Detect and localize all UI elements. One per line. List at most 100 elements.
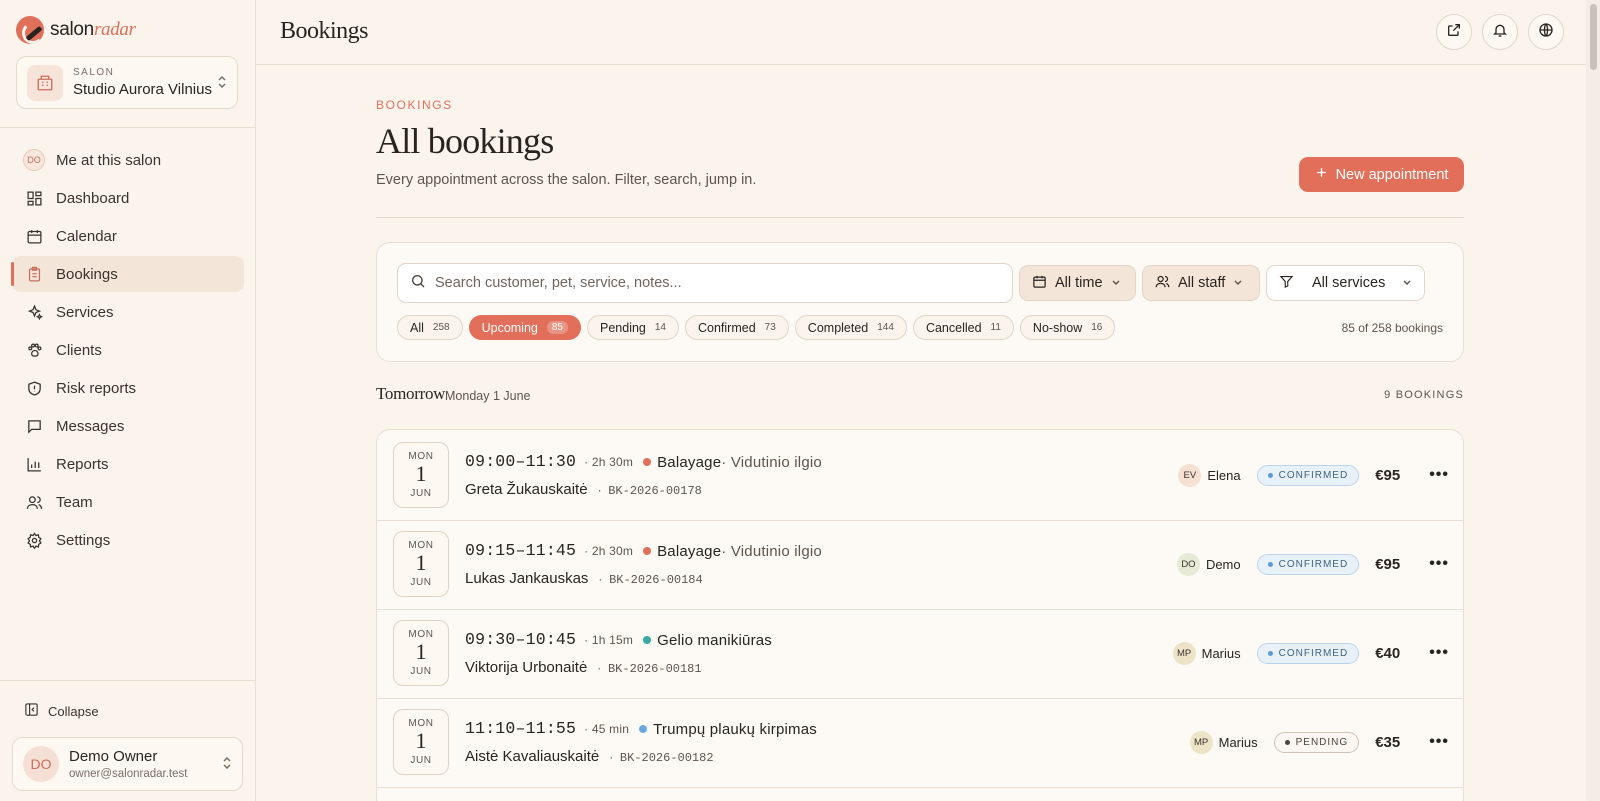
staff-avatar: DO: [1176, 552, 1200, 576]
chip-label: Pending: [600, 320, 646, 335]
sparkles-icon: [25, 303, 43, 321]
chip-cancelled[interactable]: Cancelled 11: [912, 315, 1014, 340]
booking-ref-value: BK-2026-00182: [619, 751, 714, 765]
sidebar-item-reports[interactable]: Reports: [12, 446, 244, 482]
sidebar-item-risk-reports[interactable]: Risk reports: [12, 370, 244, 406]
client-name[interactable]: Greta Žukauskaitė: [465, 481, 588, 498]
salon-name: Studio Aurora Vilnius: [73, 81, 212, 98]
filter-panel: All time All staff All services All 258 U…: [376, 242, 1464, 362]
booking-price: €35: [1375, 733, 1401, 751]
sidebar-item-label: Dashboard: [56, 189, 130, 207]
booking-row[interactable]: MON 1 JUN 09:15–11:45 · 2h 30m Balayage · V…: [377, 519, 1463, 610]
chip-completed[interactable]: Completed 144: [794, 315, 907, 340]
chip-count: 11: [990, 322, 1001, 333]
staff-name: Marius: [1201, 645, 1241, 661]
sidebar-item-clients[interactable]: Clients: [12, 332, 244, 368]
time-filter-select[interactable]: All time: [1019, 265, 1136, 301]
collapse-label: Collapse: [48, 703, 99, 719]
chevron-updown-icon: [222, 756, 232, 772]
search-box[interactable]: [397, 263, 1013, 303]
salon-switcher[interactable]: SALON Studio Aurora Vilnius: [16, 56, 238, 109]
date-month: JUN: [410, 666, 432, 677]
chip-pending[interactable]: Pending 14: [587, 315, 679, 340]
more-actions-icon[interactable]: •••: [1429, 555, 1449, 573]
booking-duration: · 2h 30m: [584, 455, 634, 469]
chip-confirmed[interactable]: Confirmed 73: [685, 315, 789, 340]
user-email: owner@salonradar.test: [69, 768, 188, 780]
more-actions-icon[interactable]: •••: [1429, 644, 1449, 662]
booking-service: Gelio manikiūras: [633, 632, 772, 649]
radar-logo-icon: [16, 16, 44, 44]
status-dot: [1284, 739, 1290, 745]
status-chips: All 258 Upcoming 85 Pending 14 Confirmed 73 …: [397, 315, 1116, 340]
sidebar: salonradar SALON Studio Aurora Vilnius D…: [0, 0, 256, 801]
collapse-button[interactable]: Collapse: [24, 702, 99, 720]
booking-line-2: Lukas Jankauskas · BK-2026-00184: [465, 570, 703, 587]
more-actions-icon[interactable]: •••: [1429, 466, 1449, 484]
booking-ref: · BK-2026-00182: [609, 750, 714, 765]
chip-label: All: [410, 320, 424, 335]
new-appointment-button[interactable]: New appointment: [1299, 157, 1464, 192]
filter-icon: [1279, 274, 1294, 293]
booking-ref-value: BK-2026-00184: [609, 573, 703, 587]
user-avatar: DO: [23, 746, 59, 782]
chip-no-show[interactable]: No-show 16: [1019, 315, 1116, 340]
client-name[interactable]: Lukas Jankauskas: [465, 570, 588, 587]
notifications-button[interactable]: [1482, 14, 1518, 50]
date-day: 1: [415, 639, 427, 664]
booking-row[interactable]: MON 1 JUN 11:10–11:55 · 45 min Trumpų plau…: [377, 697, 1463, 788]
booking-row[interactable]: MON 1 JUN 09:00–11:30 · 2h 30m Balayage · V…: [377, 430, 1463, 521]
client-name[interactable]: Viktorija Urbonaitė: [465, 659, 587, 676]
booking-row[interactable]: MON 1 JUN 09:30–10:45 · 1h 15m Gelio manik…: [377, 608, 1463, 699]
me-avatar: DO: [23, 149, 45, 171]
sidebar-collapse-icon: [24, 702, 39, 720]
chevron-down-icon: [1233, 277, 1243, 290]
sidebar-item-services[interactable]: Services: [12, 294, 244, 330]
chip-upcoming[interactable]: Upcoming 85: [468, 315, 581, 340]
staff-filter-select[interactable]: All staff: [1142, 265, 1260, 301]
sidebar-item-me[interactable]: DO Me at this salon: [12, 142, 244, 178]
building-icon: [27, 64, 63, 101]
sidebar-item-settings[interactable]: Settings: [12, 522, 244, 558]
service-variant: · Vidutinio ilgio: [721, 542, 822, 560]
services-filter-select[interactable]: All services: [1266, 265, 1425, 301]
day-date: Monday 1 June: [445, 389, 531, 403]
booking-duration: · 45 min: [584, 722, 630, 736]
page-scrollbar[interactable]: [1586, 0, 1600, 801]
status-label: CONFIRMED: [1278, 469, 1349, 481]
staff-name: Elena: [1207, 467, 1241, 483]
date-month: JUN: [410, 755, 432, 766]
brand-wordmark: salonradar: [50, 19, 136, 41]
sidebar-item-team[interactable]: Team: [12, 484, 244, 520]
user-menu[interactable]: DO Demo Owner owner@salonradar.test: [12, 737, 243, 791]
more-actions-icon[interactable]: •••: [1429, 733, 1449, 751]
shield-icon: [25, 379, 43, 397]
sidebar-item-calendar[interactable]: Calendar: [12, 218, 244, 254]
brand-logo[interactable]: salonradar: [16, 16, 136, 44]
date-badge: MON 1 JUN: [393, 531, 449, 597]
service-color-dot: [643, 636, 652, 644]
open-external-button[interactable]: [1436, 14, 1472, 50]
sidebar-item-label: Team: [56, 493, 93, 511]
calendar-icon: [25, 227, 43, 245]
sidebar-item-dashboard[interactable]: Dashboard: [12, 180, 244, 216]
service-name: Balayage: [657, 542, 722, 560]
booking-ref: · BK-2026-00184: [598, 572, 703, 587]
chip-count: 85: [546, 321, 568, 334]
scrollbar-thumb[interactable]: [1590, 4, 1597, 70]
language-button[interactable]: [1528, 14, 1564, 50]
plus-icon: [1315, 166, 1328, 183]
booking-time: 09:30–10:45: [465, 630, 577, 649]
booking-meta: EV Elena CONFIRMED €95 •••: [1178, 463, 1449, 487]
sidebar-item-bookings[interactable]: Bookings: [11, 256, 244, 292]
sidebar-divider: [0, 127, 256, 128]
staff-avatar: MP: [1189, 730, 1213, 754]
sidebar-item-messages[interactable]: Messages: [12, 408, 244, 444]
date-day: 1: [415, 461, 427, 486]
external-link-icon: [1446, 22, 1462, 43]
chip-all[interactable]: All 258: [397, 315, 463, 340]
search-input[interactable]: [435, 275, 995, 291]
client-name[interactable]: Aistė Kavaliauskaitė: [465, 748, 599, 765]
date-month: JUN: [410, 577, 432, 588]
sidebar-item-label: Messages: [56, 417, 125, 435]
